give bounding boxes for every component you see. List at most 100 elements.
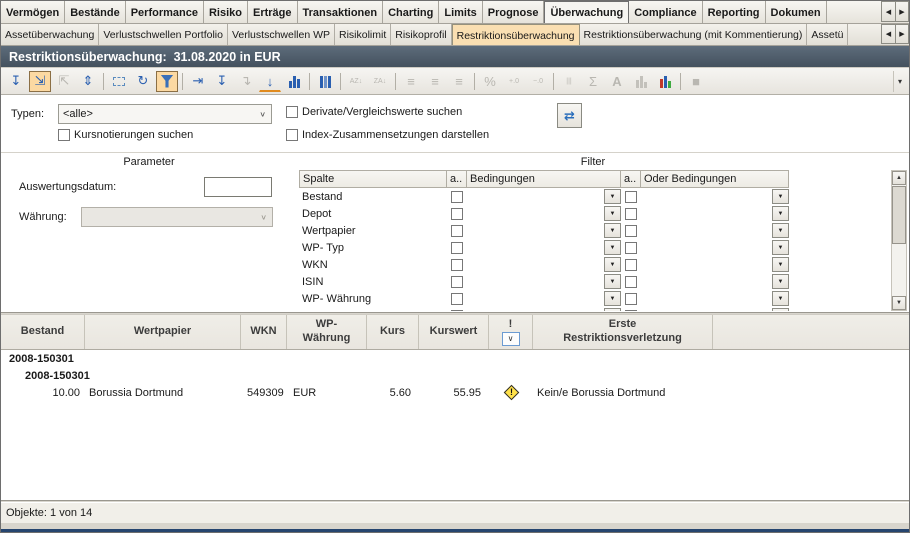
table-row[interactable]: 10.00 Borussia Dortmund 549309 EUR 5.60 …: [1, 384, 909, 401]
scroll-down-button[interactable]: ▼: [892, 296, 906, 310]
primary-tabs-scroll-left-button[interactable]: ◀: [881, 1, 895, 22]
fit-view-button[interactable]: ⇲: [29, 71, 51, 92]
filter-active-checkbox[interactable]: [451, 259, 463, 271]
column-header-wp-waehrung[interactable]: WP- Währung: [287, 315, 367, 349]
secondary-tabs-scroll-left-button[interactable]: ◀: [881, 24, 895, 44]
column-header-wkn[interactable]: WKN: [241, 315, 287, 349]
toolbar-overflow-button[interactable]: ▾: [893, 71, 906, 92]
filter-active-checkbox[interactable]: [451, 225, 463, 237]
filter-row-wp-waehrung: WP- Währung ▼ ▼: [299, 290, 889, 307]
tab-reporting[interactable]: Reporting: [703, 1, 766, 23]
tab-risiko[interactable]: Risiko: [204, 1, 248, 23]
tab-verlustschwellen-portfolio[interactable]: Verlustschwellen Portfolio: [99, 24, 228, 45]
bedingungen-dropdown-button[interactable]: ▼: [604, 223, 621, 238]
primary-tabs-scroll-right-button[interactable]: ▶: [895, 1, 909, 22]
column-header-erste-restriktionsverletzung[interactable]: Erste Restriktionsverletzung: [533, 315, 713, 349]
filter-header-bedingungen[interactable]: Bedingungen: [467, 170, 621, 188]
oder-bedingungen-dropdown-button[interactable]: ▼: [772, 291, 789, 306]
tab-assetueberwachung-2[interactable]: Assetü: [807, 24, 848, 45]
tab-transaktionen[interactable]: Transaktionen: [298, 1, 384, 23]
filter-vertical-scrollbar[interactable]: ▲ ▼: [891, 170, 907, 311]
filter-active-checkbox[interactable]: [451, 293, 463, 305]
oder-bedingungen-dropdown-button[interactable]: ▼: [772, 257, 789, 272]
bedingungen-dropdown-button[interactable]: ▼: [604, 308, 621, 311]
filter-or-active-checkbox[interactable]: [625, 225, 637, 237]
column-header-kurs[interactable]: Kurs: [367, 315, 419, 349]
selection-frame-button[interactable]: [108, 71, 130, 92]
warnung-filter-dropdown-button[interactable]: ∨: [502, 332, 520, 346]
collapse-rows-button[interactable]: ↧: [5, 71, 27, 92]
filter-active-checkbox[interactable]: [451, 310, 463, 312]
auswertungsdatum-input[interactable]: [204, 177, 272, 197]
column-header-kurswert[interactable]: Kurswert: [419, 315, 489, 349]
tab-dokumente[interactable]: Dokumen: [766, 1, 827, 23]
shift-right-button[interactable]: ⇥: [187, 71, 209, 92]
oder-bedingungen-dropdown-button[interactable]: ▼: [772, 274, 789, 289]
kursnotierungen-checkbox[interactable]: [58, 129, 70, 141]
oder-bedingungen-dropdown-button[interactable]: ▼: [772, 206, 789, 221]
index-checkbox[interactable]: [286, 129, 298, 141]
bedingungen-dropdown-button[interactable]: ▼: [604, 257, 621, 272]
histogram-button[interactable]: [283, 71, 305, 92]
oder-bedingungen-dropdown-button[interactable]: ▼: [772, 223, 789, 238]
bedingungen-dropdown-button[interactable]: ▼: [604, 291, 621, 306]
refresh-search-button[interactable]: ⇄: [557, 103, 582, 128]
tab-assetueberwachung[interactable]: Assetüberwachung: [1, 24, 99, 45]
chart-button[interactable]: [654, 71, 676, 92]
column-header-bestand[interactable]: Bestand: [1, 315, 85, 349]
tab-charting[interactable]: Charting: [383, 1, 439, 23]
tab-bestaende[interactable]: Bestände: [65, 1, 126, 23]
filter-or-active-checkbox[interactable]: [625, 276, 637, 288]
filter-header-aktiv[interactable]: a..: [447, 170, 467, 188]
oder-bedingungen-dropdown-button[interactable]: ▼: [772, 189, 789, 204]
derivate-checkbox[interactable]: [286, 106, 298, 118]
tab-restriktionsueberwachung-kommentierung[interactable]: Restriktionsüberwachung (mit Kommentieru…: [580, 24, 808, 45]
column-header-warnung[interactable]: ! ∨: [489, 315, 533, 349]
filter-header-oder-bedingungen[interactable]: Oder Bedingungen: [641, 170, 789, 188]
filter-or-active-checkbox[interactable]: [625, 259, 637, 271]
filter-header-spalte[interactable]: Spalte: [299, 170, 447, 188]
column-header-wertpapier[interactable]: Wertpapier: [85, 315, 241, 349]
tab-ueberwachung[interactable]: Überwachung: [544, 1, 629, 23]
scroll-up-button[interactable]: ▲: [892, 171, 906, 185]
bedingungen-dropdown-button[interactable]: ▼: [604, 240, 621, 255]
tab-risikoprofil[interactable]: Risikoprofil: [391, 24, 451, 45]
oder-bedingungen-dropdown-button[interactable]: ▼: [772, 240, 789, 255]
bedingungen-dropdown-button[interactable]: ▼: [604, 189, 621, 204]
oder-bedingungen-dropdown-button[interactable]: ▼: [772, 308, 789, 311]
tab-prognose[interactable]: Prognose: [483, 1, 545, 23]
bedingungen-dropdown-button[interactable]: ▼: [604, 274, 621, 289]
shift-down-button[interactable]: ↧: [211, 71, 233, 92]
refresh-button[interactable]: ↻: [132, 71, 154, 92]
filter-or-active-checkbox[interactable]: [625, 208, 637, 220]
tab-risikolimit[interactable]: Risikolimit: [335, 24, 391, 45]
insert-total-button[interactable]: ↓: [259, 73, 281, 92]
filter-or-active-checkbox[interactable]: [625, 242, 637, 254]
filter-or-active-checkbox[interactable]: [625, 293, 637, 305]
tab-compliance[interactable]: Compliance: [629, 1, 702, 23]
scrollbar-thumb[interactable]: [892, 186, 906, 244]
tab-ertraege[interactable]: Erträge: [248, 1, 298, 23]
column-bars-button[interactable]: [314, 71, 336, 92]
filter-active-checkbox[interactable]: [451, 208, 463, 220]
filter-active-checkbox[interactable]: [451, 191, 463, 203]
filter-active-checkbox[interactable]: [451, 276, 463, 288]
typen-select[interactable]: <alle> ∨: [58, 104, 272, 124]
filter-or-active-checkbox[interactable]: [625, 310, 637, 312]
group-row-level-1[interactable]: 2008-150301: [1, 350, 909, 367]
fit-height-button[interactable]: ⇕: [77, 71, 99, 92]
tab-limits[interactable]: Limits: [439, 1, 482, 23]
bedingungen-dropdown-button[interactable]: ▼: [604, 206, 621, 221]
dropdown-arrow-icon: ▼: [778, 194, 784, 200]
tab-restriktionsueberwachung[interactable]: Restriktionsüberwachung: [452, 24, 580, 45]
tab-vermoegen[interactable]: Vermögen: [1, 1, 65, 23]
filter-or-active-checkbox[interactable]: [625, 191, 637, 203]
tab-verlustschwellen-wp[interactable]: Verlustschwellen WP: [228, 24, 335, 45]
tab-performance[interactable]: Performance: [126, 1, 204, 23]
group-row-level-2[interactable]: 2008-150301: [1, 367, 909, 384]
secondary-tabs-scroll-right-button[interactable]: ▶: [895, 24, 909, 44]
scroll-up-icon: ▲: [896, 175, 902, 181]
filter-active-checkbox[interactable]: [451, 242, 463, 254]
filter-header-aktiv-2[interactable]: a..: [621, 170, 641, 188]
filter-button[interactable]: [156, 71, 178, 92]
